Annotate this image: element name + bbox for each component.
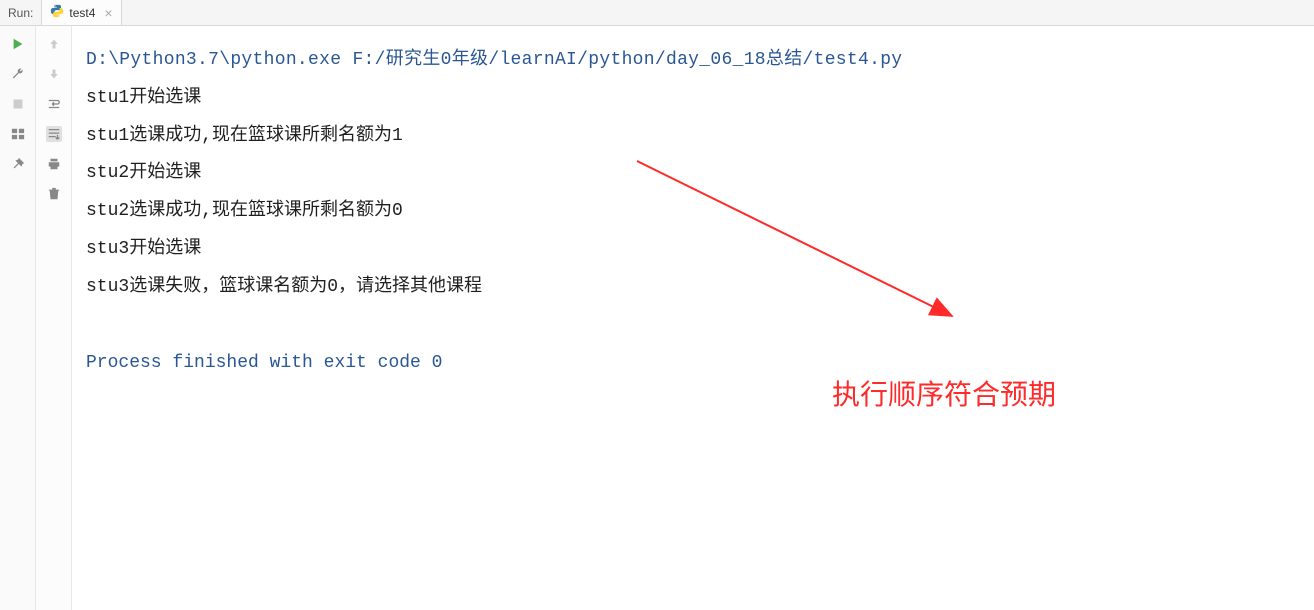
console-output[interactable]: D:\Python3.7\python.exe F:/研究生0年级/learnA…	[72, 26, 1314, 610]
down-arrow-icon[interactable]	[46, 66, 62, 82]
output-line: stu3选课失败，篮球课名额为0，请选择其他课程	[86, 269, 1300, 307]
pin-icon[interactable]	[10, 156, 26, 172]
output-line: stu2开始选课	[86, 155, 1300, 193]
output-line: stu1选课成功,现在篮球课所剩名额为1	[86, 118, 1300, 156]
second-gutter	[36, 26, 72, 610]
tab-label: test4	[69, 6, 95, 20]
python-file-icon	[50, 4, 64, 21]
print-icon[interactable]	[46, 156, 62, 172]
output-line: stu1开始选课	[86, 80, 1300, 118]
run-tab[interactable]: test4 ×	[41, 0, 121, 25]
command-line: D:\Python3.7\python.exe F:/研究生0年级/learnA…	[86, 42, 1300, 80]
output-line: stu2选课成功,现在篮球课所剩名额为0	[86, 193, 1300, 231]
exit-message: Process finished with exit code 0	[86, 345, 1300, 383]
output-line: stu3开始选课	[86, 231, 1300, 269]
annotation-text: 执行顺序符合预期	[832, 366, 1056, 425]
run-label: Run:	[0, 6, 41, 20]
left-gutter	[0, 26, 36, 610]
stop-icon[interactable]	[10, 96, 26, 112]
up-arrow-icon[interactable]	[46, 36, 62, 52]
wrench-icon[interactable]	[10, 66, 26, 82]
play-icon[interactable]	[10, 36, 26, 52]
trash-icon[interactable]	[46, 186, 62, 202]
close-icon[interactable]: ×	[100, 6, 112, 20]
layout-icon[interactable]	[10, 126, 26, 142]
wrap-icon[interactable]	[46, 96, 62, 112]
run-toolbar: Run: test4 ×	[0, 0, 1314, 26]
scroll-icon[interactable]	[46, 126, 62, 142]
main-area: D:\Python3.7\python.exe F:/研究生0年级/learnA…	[0, 26, 1314, 610]
